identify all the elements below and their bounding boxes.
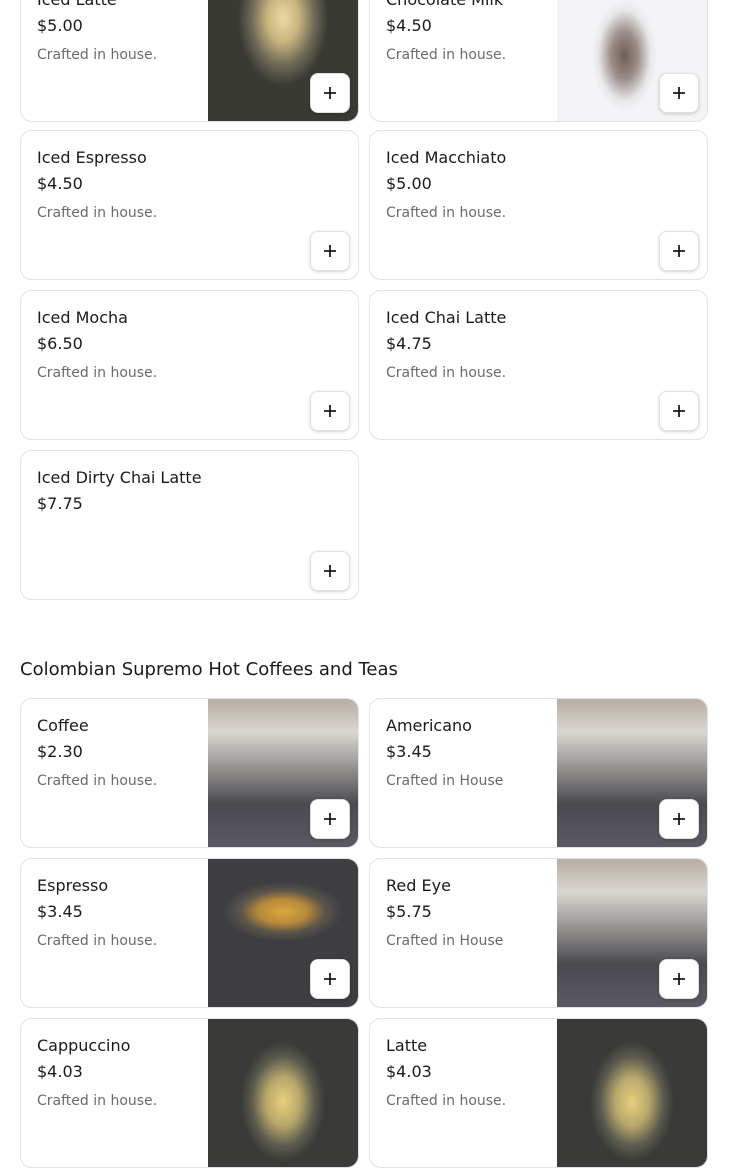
item-description: Crafted in house. xyxy=(37,933,158,949)
menu-item-card[interactable]: Espresso $3.45 Crafted in house. xyxy=(20,858,359,1008)
item-price: $2.30 xyxy=(37,742,83,761)
item-description: Crafted in house. xyxy=(37,773,158,789)
menu-item-card[interactable]: Iced Chai Latte $4.75 Crafted in house. xyxy=(369,290,708,440)
menu-item-card[interactable]: Latte $4.03 Crafted in house. xyxy=(369,1018,708,1168)
item-name: Iced Mocha xyxy=(37,308,128,327)
plus-icon xyxy=(324,245,336,257)
item-description: Crafted in house. xyxy=(37,365,158,381)
plus-icon xyxy=(673,87,685,99)
add-to-cart-button[interactable] xyxy=(310,799,350,839)
add-to-cart-button[interactable] xyxy=(659,799,699,839)
menu-item-card[interactable]: Iced Espresso $4.50 Crafted in house. xyxy=(20,130,359,280)
item-description: Crafted in house. xyxy=(37,205,158,221)
item-price: $4.50 xyxy=(37,174,83,193)
add-to-cart-button[interactable] xyxy=(310,73,350,113)
menu-item-card[interactable]: Iced Dirty Chai Latte $7.75 xyxy=(20,450,359,600)
item-description: Crafted in House xyxy=(386,933,504,949)
menu-item-card[interactable]: Iced Mocha $6.50 Crafted in house. xyxy=(20,290,359,440)
item-name: Americano xyxy=(386,716,472,735)
item-price: $7.75 xyxy=(37,494,83,513)
item-description: Crafted in house. xyxy=(37,47,158,63)
menu-item-card[interactable]: Chocolate Milk $4.50 Crafted in house. xyxy=(369,0,708,122)
add-to-cart-button[interactable] xyxy=(310,959,350,999)
item-name: Iced Macchiato xyxy=(386,148,507,167)
add-to-cart-button[interactable] xyxy=(659,73,699,113)
item-name: Iced Dirty Chai Latte xyxy=(37,468,202,487)
item-description: Crafted in house. xyxy=(386,365,507,381)
plus-icon xyxy=(673,245,685,257)
plus-icon xyxy=(324,973,336,985)
item-price: $5.00 xyxy=(386,174,432,193)
menu-item-card[interactable]: Americano $3.45 Crafted in House xyxy=(369,698,708,848)
add-to-cart-button[interactable] xyxy=(310,551,350,591)
item-description: Crafted in house. xyxy=(386,205,507,221)
item-name: Iced Chai Latte xyxy=(386,308,507,327)
add-to-cart-button[interactable] xyxy=(659,231,699,271)
item-price: $5.75 xyxy=(386,902,432,921)
menu-item-card[interactable]: Iced Macchiato $5.00 Crafted in house. xyxy=(369,130,708,280)
item-price: $4.03 xyxy=(386,1062,432,1081)
item-price: $4.50 xyxy=(386,16,432,35)
item-name: Espresso xyxy=(37,876,109,895)
item-photo xyxy=(208,1019,358,1167)
menu-item-card[interactable]: Iced Latte $5.00 Crafted in house. xyxy=(20,0,359,122)
item-price: $3.45 xyxy=(386,742,432,761)
item-name: Red Eye xyxy=(386,876,451,895)
add-to-cart-button[interactable] xyxy=(659,391,699,431)
plus-icon xyxy=(324,405,336,417)
item-photo xyxy=(557,1019,707,1167)
add-to-cart-button[interactable] xyxy=(659,959,699,999)
item-name: Chocolate Milk xyxy=(386,0,503,11)
plus-icon xyxy=(324,813,336,825)
menu-item-card[interactable]: Red Eye $5.75 Crafted in House xyxy=(369,858,708,1008)
item-price: $5.00 xyxy=(37,16,83,35)
item-price: $4.03 xyxy=(37,1062,83,1081)
plus-icon xyxy=(673,405,685,417)
add-to-cart-button[interactable] xyxy=(310,231,350,271)
item-name: Iced Espresso xyxy=(37,148,147,167)
item-price: $6.50 xyxy=(37,334,83,353)
menu-item-card[interactable]: Cappuccino $4.03 Crafted in house. xyxy=(20,1018,359,1168)
item-name: Latte xyxy=(386,1036,428,1055)
add-to-cart-button[interactable] xyxy=(310,391,350,431)
item-description: Crafted in house. xyxy=(386,47,507,63)
item-description: Crafted in House xyxy=(386,773,504,789)
item-name: Cappuccino xyxy=(37,1036,131,1055)
plus-icon xyxy=(324,87,336,99)
item-name: Coffee xyxy=(37,716,89,735)
item-price: $3.45 xyxy=(37,902,83,921)
item-description: Crafted in house. xyxy=(386,1093,507,1109)
section-title: Colombian Supremo Hot Coffees and Teas xyxy=(20,659,398,680)
item-price: $4.75 xyxy=(386,334,432,353)
item-name: Iced Latte xyxy=(37,0,117,11)
menu-item-card[interactable]: Coffee $2.30 Crafted in house. xyxy=(20,698,359,848)
plus-icon xyxy=(673,973,685,985)
plus-icon xyxy=(673,813,685,825)
item-description: Crafted in house. xyxy=(37,1093,158,1109)
plus-icon xyxy=(324,565,336,577)
